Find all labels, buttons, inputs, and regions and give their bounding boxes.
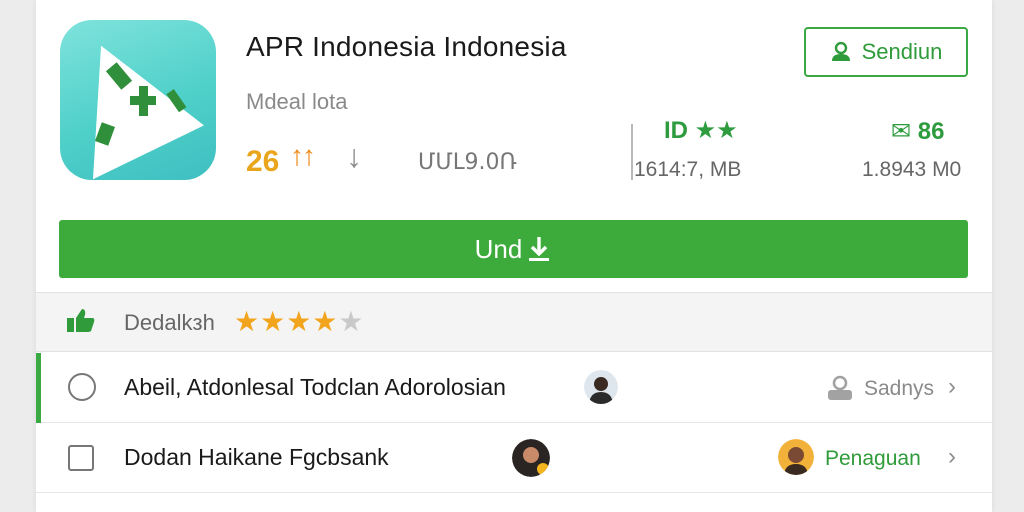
chevron-right-icon[interactable]: ›	[948, 443, 956, 471]
person-icon	[831, 42, 850, 61]
avatar-image	[778, 439, 814, 475]
rating-label: Dedalkзh	[124, 310, 215, 335]
selected-indicator	[36, 353, 41, 423]
account-icon	[828, 375, 852, 400]
app-developer[interactable]: Mdeal lota	[246, 89, 348, 115]
app-version: ՄՄԼ9.0Ռ	[418, 150, 517, 175]
avatar[interactable]	[584, 370, 618, 404]
app-logo-graphic	[92, 45, 204, 180]
chevron-right-icon[interactable]: ›	[948, 373, 956, 401]
list-item-status: Sadnys	[864, 377, 935, 400]
list-item[interactable]: Dodan Haikane Fgcbsank Penaguan ›	[36, 423, 992, 493]
stats-divider	[631, 124, 633, 180]
list-item[interactable]: Abeil, Atdonlesal Todclan Adorolosian Sa…	[36, 353, 992, 423]
download-arrow-icon: ↓	[346, 138, 362, 174]
avatar[interactable]	[512, 439, 550, 477]
stat-messages-icon: ✉ 86	[891, 118, 945, 145]
follow-button[interactable]: Sendiun	[804, 27, 968, 77]
rating-up-icon: ↑↑	[290, 140, 316, 171]
app-icon[interactable]	[60, 20, 216, 180]
avatar-image	[512, 439, 550, 477]
stat-size-icon: ID ★★	[664, 117, 738, 144]
app-card: APR Indonesia Indonesia Mdeal lota 26 ↑↑…	[36, 0, 992, 512]
avatar[interactable]	[778, 439, 814, 475]
stat-downloads-value: 1.8943 M0	[862, 158, 962, 181]
follow-button-label: Sendiun	[861, 39, 943, 64]
list-item-status: Penaguan	[825, 447, 921, 470]
app-title: APR Indonesia Indonesia	[246, 31, 567, 62]
thumbs-up-icon	[67, 309, 95, 332]
install-button-label: Und	[474, 233, 523, 264]
star-filled-icons: ★★★★	[234, 306, 339, 337]
chat-bubble-icon	[68, 373, 96, 401]
rating-strip[interactable]: Dedalkзh ★★★★★	[36, 292, 992, 352]
list-item-text: Dodan Haikane Fgcbsank	[124, 444, 389, 470]
install-button[interactable]: Und	[59, 220, 968, 278]
download-icon	[529, 237, 550, 261]
stat-size-value: 1614:7, MB	[634, 158, 742, 181]
rating-value: 26	[246, 145, 280, 178]
avatar-image	[584, 370, 618, 404]
star-rating[interactable]: ★★★★★	[234, 305, 365, 338]
checkbox-icon[interactable]	[68, 445, 94, 471]
star-empty-icon: ★	[338, 306, 365, 337]
list-item-text: Abeil, Atdonlesal Todclan Adorolosian	[124, 374, 506, 400]
